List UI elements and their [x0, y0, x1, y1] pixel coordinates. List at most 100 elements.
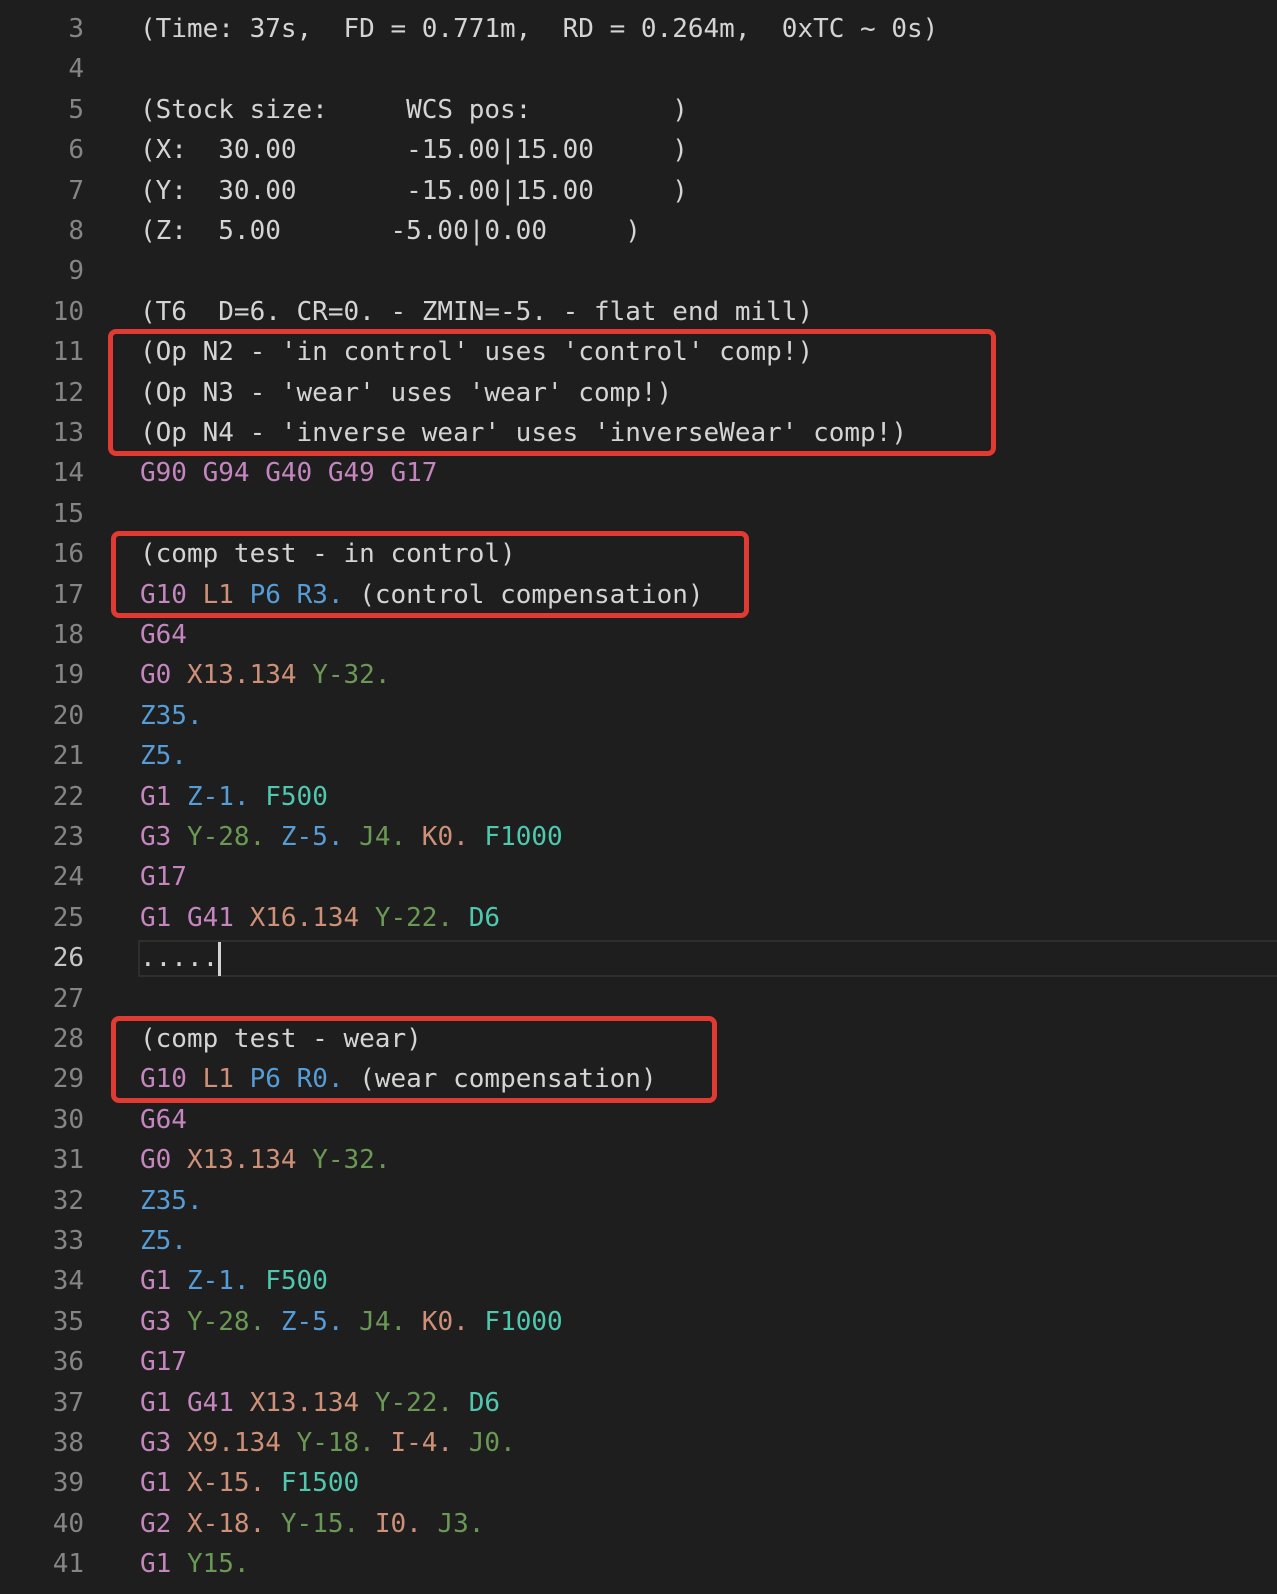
code-token: J4. — [359, 1306, 422, 1337]
code-line[interactable]: 5 (Stock size: WCS pos: ) — [0, 90, 1277, 130]
code-line[interactable]: 12 (Op N3 - 'wear' uses 'wear' comp!) — [0, 373, 1277, 413]
code-text: G64 — [140, 615, 187, 655]
code-line[interactable]: 30 G64 — [0, 1100, 1277, 1140]
code-token: R3. — [296, 579, 360, 610]
code-line[interactable]: 31 G0 X13.134 Y-32. — [0, 1140, 1277, 1180]
code-token: Y-22. — [374, 902, 469, 933]
code-line[interactable]: 10 (T6 D=6. CR=0. - ZMIN=-5. - flat end m… — [0, 292, 1277, 332]
code-token: Y-18. — [296, 1428, 391, 1458]
code-token: Y-32. — [312, 660, 391, 691]
code-line[interactable]: 20 Z35. — [0, 696, 1277, 736]
code-line[interactable]: 33 Z5. — [0, 1221, 1277, 1261]
line-number: 37 — [52, 1387, 84, 1418]
code-token: (Time: 37s, FD = 0.771m, RD = 0.264m, 0x… — [140, 14, 939, 44]
code-line[interactable]: 35 G3 Y-28. Z-5. J4. K0. F1000 — [0, 1302, 1277, 1342]
code-line[interactable]: 7 (Y: 30.00 -15.00|15.00 ) — [0, 171, 1277, 211]
line-number: 30 — [52, 1104, 84, 1135]
code-line[interactable]: 11 (Op N2 - 'in control' uses 'control' c… — [0, 332, 1277, 372]
code-line[interactable]: 8 (Z: 5.00 -5.00|0.00 ) — [0, 211, 1277, 251]
code-token: G1 — [140, 781, 187, 812]
code-token: X16.134 — [249, 902, 375, 933]
code-text: G64 — [140, 1100, 187, 1140]
code-token: G1 — [140, 1549, 187, 1580]
code-line[interactable]: 6 (X: 30.00 -15.00|15.00 ) — [0, 130, 1277, 170]
code-text: G0 X13.134 Y-32. — [140, 1140, 390, 1180]
code-token: P6 — [249, 579, 297, 610]
code-text: G3 X9.134 Y-18. I-4. J0. — [140, 1423, 516, 1463]
code-token: F500 — [265, 781, 328, 812]
code-line[interactable]: 34 G1 Z-1. F500 — [0, 1261, 1277, 1301]
code-text: (Time: 37s, FD = 0.771m, RD = 0.264m, 0x… — [140, 9, 938, 49]
line-number: 33 — [52, 1226, 84, 1256]
code-line[interactable]: 29 G10 L1 P6 R0. (wear compensation) — [0, 1059, 1277, 1099]
code-line[interactable]: 28 (comp test - wear) — [0, 1019, 1277, 1059]
code-line[interactable]: 27 — [0, 979, 1277, 1019]
code-line[interactable]: 32 Z35. — [0, 1181, 1277, 1221]
code-text: G1 Z-1. F500 — [140, 1261, 328, 1301]
line-number: 28 — [52, 1024, 84, 1054]
code-token: Y-32. — [312, 1145, 391, 1176]
code-token: J3. — [437, 1508, 485, 1539]
code-line[interactable]: 19 G0 X13.134 Y-32. — [0, 655, 1277, 695]
code-token: G1 — [140, 1266, 187, 1297]
code-token: F1000 — [484, 822, 563, 852]
code-line[interactable]: 24 G17 — [0, 857, 1277, 897]
code-line[interactable]: 13 (Op N4 - 'inverse wear' uses 'inverseW… — [0, 413, 1277, 453]
code-text: G10 L1 P6 R0. (wear compensation) — [140, 1059, 657, 1099]
code-token: G17 — [140, 862, 187, 893]
code-token: G10 — [140, 1064, 203, 1095]
code-text: G0 X13.134 Y-32. — [140, 655, 390, 695]
code-text: G17 — [140, 857, 187, 897]
line-number: 19 — [52, 660, 84, 691]
line-number: 35 — [52, 1306, 84, 1337]
code-line[interactable]: 36 G17 — [0, 1342, 1277, 1382]
code-line[interactable]: 4 — [0, 49, 1277, 89]
code-line[interactable]: 16 (comp test - in control) — [0, 534, 1277, 574]
code-line[interactable]: 41 G1 Y15. — [0, 1544, 1277, 1584]
code-token: X9.134 — [186, 1428, 297, 1458]
line-number: 18 — [52, 620, 84, 650]
code-line[interactable]: 3 (Time: 37s, FD = 0.771m, RD = 0.264m, 0… — [0, 9, 1277, 49]
code-token: Y-28. — [186, 822, 281, 852]
code-token: Y15. — [186, 1549, 250, 1580]
code-token: Z-1. — [186, 781, 266, 812]
code-line[interactable]: 26..... — [0, 938, 1277, 978]
code-token: K0. — [421, 1306, 485, 1337]
code-text: (comp test - in control) — [140, 534, 516, 574]
code-text: Z5. — [140, 1221, 187, 1261]
code-token: I-4. — [390, 1428, 469, 1458]
code-line[interactable]: 25 G1 G41 X16.134 Y-22. D6 — [0, 898, 1277, 938]
code-line[interactable]: 22 G1 Z-1. F500 — [0, 777, 1277, 817]
code-text: G1 G41 X13.134 Y-22. D6 — [140, 1383, 500, 1423]
line-number: 22 — [52, 781, 84, 812]
code-text: (Y: 30.00 -15.00|15.00 ) — [140, 171, 688, 211]
line-number: 12 — [52, 377, 84, 408]
code-line[interactable]: 37 G1 G41 X13.134 Y-22. D6 — [0, 1383, 1277, 1423]
code-token: X-15. — [186, 1468, 281, 1499]
code-token: G0 — [140, 660, 187, 691]
line-number: 7 — [68, 175, 84, 206]
code-text: ..... — [140, 938, 222, 978]
code-token: X13.134 — [186, 660, 313, 691]
code-line[interactable]: 15 — [0, 494, 1277, 534]
line-number: 20 — [52, 700, 84, 731]
current-line-highlight — [138, 940, 1277, 977]
code-token: (control compensation) — [359, 579, 704, 610]
code-line[interactable]: 40 G2 X-18. Y-15. I0. J3. — [0, 1504, 1277, 1544]
code-line[interactable]: 23 G3 Y-28. Z-5. J4. K0. F1000 — [0, 817, 1277, 857]
code-line[interactable]: 9 — [0, 251, 1277, 291]
code-line[interactable]: 39 G1 X-15. F1500 — [0, 1463, 1277, 1503]
code-text: (comp test - wear) — [140, 1019, 422, 1059]
code-token: G10 — [140, 579, 203, 610]
code-token: Z-5. — [280, 822, 360, 852]
line-number: 21 — [52, 741, 84, 772]
code-line[interactable]: 38 G3 X9.134 Y-18. I-4. J0. — [0, 1423, 1277, 1463]
code-line[interactable]: 18 G64 — [0, 615, 1277, 655]
line-number: 3 — [68, 14, 84, 44]
code-line[interactable]: 14 G90 G94 G40 G49 G17 — [0, 453, 1277, 493]
code-line[interactable]: 21 Z5. — [0, 736, 1277, 776]
code-editor[interactable]: 3 (Time: 37s, FD = 0.771m, RD = 0.264m, 0… — [0, 0, 1277, 1594]
line-number: 41 — [52, 1549, 84, 1580]
code-line[interactable]: 17 G10 L1 P6 R3. (control compensation) — [0, 575, 1277, 615]
line-number: 11 — [52, 337, 84, 368]
